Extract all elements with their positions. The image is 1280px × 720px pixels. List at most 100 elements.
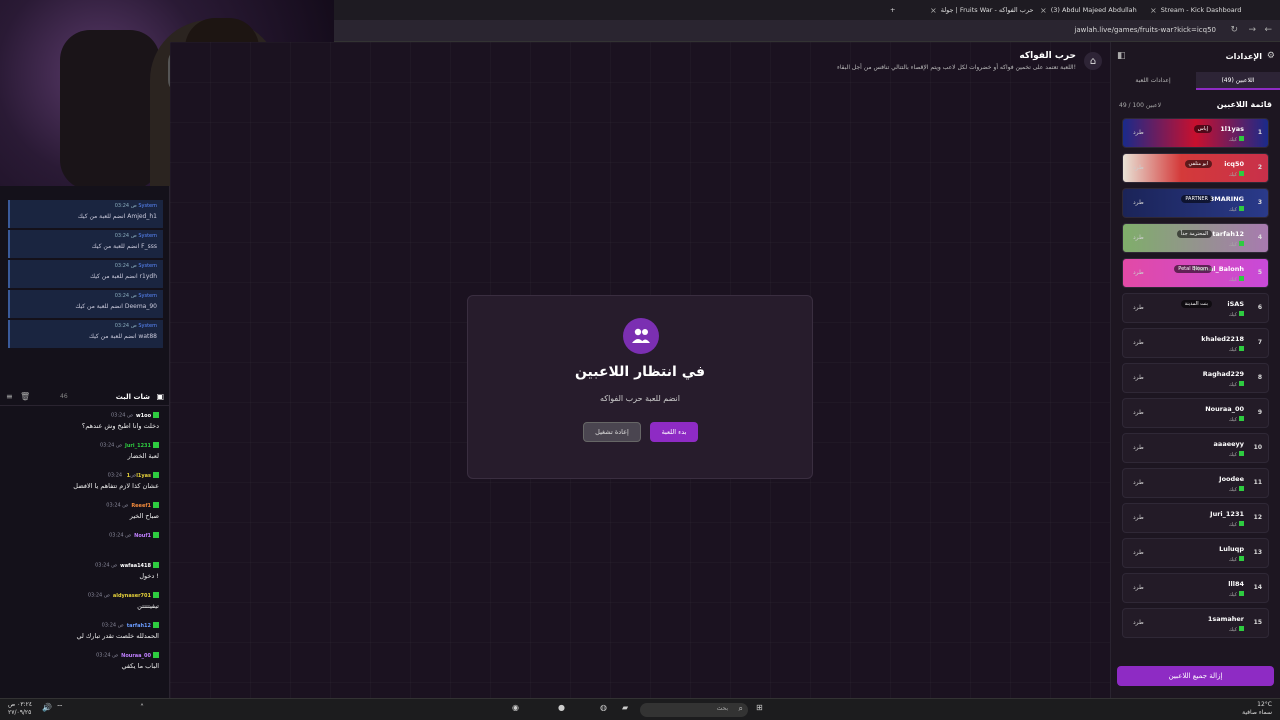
kick-logo-icon: [1239, 521, 1244, 526]
close-icon[interactable]: ×: [1040, 6, 1047, 15]
start-game-button[interactable]: بدء اللعبة: [650, 422, 698, 442]
player-rank: 15: [1253, 619, 1262, 626]
system-message: 03:24 ص System انضم للعبة من كيك wat88: [8, 320, 163, 348]
player-name: Nouraa_00: [1205, 405, 1244, 413]
kick-player-button[interactable]: طرد: [1133, 304, 1144, 311]
player-rank: 2: [1257, 164, 1262, 171]
new-tab-button[interactable]: +: [884, 2, 901, 18]
player-status: كيك: [1229, 206, 1244, 213]
player-name: Luluqp: [1219, 545, 1244, 553]
chat-meta: 03:24 ص Juri_1231: [9, 442, 159, 449]
tab-players[interactable]: اللاعبين (49): [1196, 72, 1280, 90]
tab-label: Stream - Kick Dashboard: [1160, 6, 1242, 14]
subscriber-badge-icon: [153, 622, 159, 628]
chat-meta: 03:24 ص Nouf1: [9, 532, 159, 539]
windows-icon[interactable]: ⊞: [756, 703, 763, 712]
chat-meta: 03:24 ص Nouraa_00: [9, 652, 159, 659]
speaker-icon[interactable]: 🔊: [42, 703, 52, 712]
app-icon[interactable]: ◉: [512, 703, 519, 712]
url-field[interactable]: jawlah.live/games/fruits-war?kick=icq50: [1074, 26, 1216, 34]
restart-button[interactable]: إعادة تشغيل: [583, 422, 641, 442]
kick-logo-icon: [1239, 346, 1244, 351]
address-bar: jawlah.live/games/fruits-war?kick=icq50 …: [334, 20, 1280, 42]
kick-player-button[interactable]: طرد: [1133, 584, 1144, 591]
chat-username[interactable]: aldynaser701: [113, 593, 151, 599]
chat-message: 03:24 ص1l1yas عشان كذا لازم تتفاهم يا الا…: [9, 472, 159, 490]
chat-username[interactable]: w1oo: [136, 413, 151, 419]
player-row: 7 khaled2218 كيك طرد: [1122, 328, 1269, 358]
tab-game-settings[interactable]: إعدادات اللعبة: [1111, 72, 1195, 90]
waiting-modal: في انتظار اللاعبين انضم للعبة حرب الفواك…: [467, 295, 813, 479]
player-tag: المحترمة جداً: [1176, 230, 1212, 238]
weather-widget[interactable]: 12°C سماء صافية: [1242, 701, 1272, 717]
refresh-icon[interactable]: ↻: [1230, 25, 1238, 35]
tab-youtube[interactable]: × (3) Abdul Majeed Abdullah: [1034, 2, 1143, 18]
chevron-up-icon[interactable]: ˄: [140, 703, 144, 712]
kick-player-button[interactable]: طرد: [1133, 164, 1144, 171]
collapse-icon[interactable]: ◧: [1117, 51, 1126, 61]
home-button[interactable]: ⌂: [1084, 52, 1102, 70]
player-name: iSAS: [1227, 300, 1244, 308]
chat-username[interactable]: Juri_1231: [125, 443, 151, 449]
firefox-icon[interactable]: ●: [558, 703, 565, 712]
kick-player-button[interactable]: طرد: [1133, 234, 1144, 241]
close-icon[interactable]: ×: [930, 6, 937, 15]
kick-player-button[interactable]: طرد: [1133, 444, 1144, 451]
kick-player-button[interactable]: طرد: [1133, 269, 1144, 276]
chat-username[interactable]: Reeef1: [131, 503, 151, 509]
kick-player-button[interactable]: طرد: [1133, 514, 1144, 521]
chat-username[interactable]: tarfah12: [127, 623, 151, 629]
kick-player-button[interactable]: طرد: [1133, 479, 1144, 486]
player-status: كيك: [1229, 416, 1244, 423]
kick-player-button[interactable]: طرد: [1133, 339, 1144, 346]
menu-icon[interactable]: ≡: [6, 392, 13, 401]
kick-player-button[interactable]: طرد: [1133, 374, 1144, 381]
player-name: khaled2218: [1201, 335, 1244, 343]
player-rank: 3: [1257, 199, 1262, 206]
remove-all-players-button[interactable]: إزالة جميع اللاعبين: [1117, 666, 1274, 686]
chat-text: الحمدلله خلصت تقدر تبارك لي: [76, 631, 159, 640]
chat-username[interactable]: Nouraa_00: [121, 653, 151, 659]
player-status: كيك: [1229, 136, 1244, 143]
back-icon[interactable]: ←: [1264, 25, 1272, 35]
close-icon[interactable]: ×: [1150, 6, 1157, 15]
player-list-title: قائمة اللاعبين: [1216, 100, 1272, 109]
chat-username[interactable]: wafaa1418: [120, 563, 151, 569]
kick-logo-icon: [1239, 416, 1244, 421]
tab-kick-dashboard[interactable]: × Stream - Kick Dashboard: [1144, 2, 1247, 18]
kick-player-button[interactable]: طرد: [1133, 129, 1144, 136]
kick-logo-icon: [1239, 556, 1244, 561]
forward-icon[interactable]: →: [1248, 25, 1256, 35]
kick-player-button[interactable]: طرد: [1133, 619, 1144, 626]
kick-player-button[interactable]: طرد: [1133, 199, 1144, 206]
chat-message: 03:24 ص Reeef1 صباح الخير: [9, 502, 159, 520]
kick-player-button[interactable]: طرد: [1133, 549, 1144, 556]
trash-icon[interactable]: 🗑: [20, 392, 30, 401]
player-status: كيك: [1229, 486, 1244, 493]
player-tag: إياس: [1193, 125, 1212, 133]
taskbar-search[interactable]: بحث ⌕: [640, 703, 748, 717]
folder-icon[interactable]: ▰: [622, 703, 628, 712]
chat-icon: ▣: [156, 392, 164, 401]
player-row: 14 lll84 كيك طرد: [1122, 573, 1269, 603]
player-status: كيك: [1229, 346, 1244, 353]
player-rank: 9: [1257, 409, 1262, 416]
chat-message: 03:24 ص wafaa1418 دخول !: [9, 562, 159, 580]
player-tag: PARTNER: [1181, 195, 1212, 203]
kick-logo-icon: [1239, 241, 1244, 246]
modal-title: في انتظار اللاعبين: [574, 364, 706, 380]
player-name: icq50: [1224, 160, 1244, 168]
player-status: كيك: [1229, 276, 1244, 283]
chat-text: دخلت وانا اطبخ وش عندهم؟: [81, 421, 159, 430]
chrome-icon[interactable]: ◍: [600, 703, 607, 712]
player-rank: 11: [1253, 479, 1262, 486]
kick-player-button[interactable]: طرد: [1133, 409, 1144, 416]
player-status: كيك: [1229, 451, 1244, 458]
wifi-icon[interactable]: ⌔: [56, 703, 64, 713]
chat-username[interactable]: Nouf1: [134, 533, 151, 539]
chat-text: صباح الخير: [129, 511, 159, 520]
player-name: tarfah12: [1212, 230, 1244, 238]
player-row: 3 3MARING PARTNER كيك طرد: [1122, 188, 1269, 218]
tab-fruits-war[interactable]: × جولة | Fruits War - حرب الفواكه: [924, 2, 1040, 18]
player-name: 1l1yas: [1220, 125, 1244, 133]
